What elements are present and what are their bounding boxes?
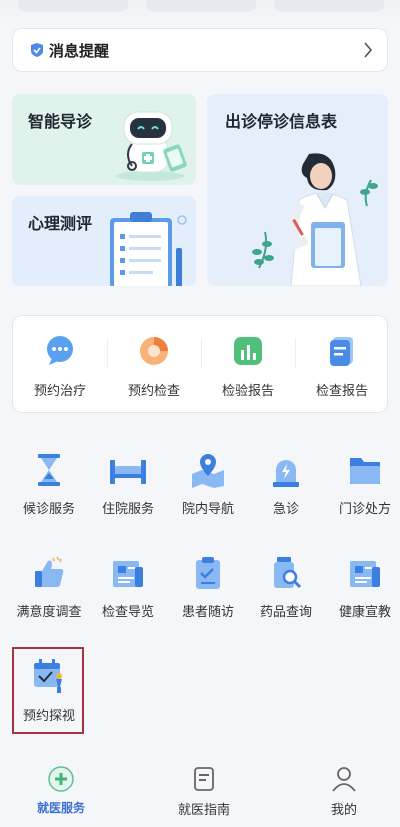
quick-actions-panel: 预约治疗 预约检查 检验报告 检查报告 <box>12 315 388 413</box>
emergency-icon <box>273 460 299 487</box>
quick-action-lab-report[interactable]: 检验报告 <box>201 334 295 404</box>
quick-action-appointment-treatment[interactable]: 预约治疗 <box>13 334 107 404</box>
folder-icon <box>350 458 380 484</box>
guide-book-icon <box>194 767 214 791</box>
service-visit-appointment[interactable]: 预约探视 <box>9 657 89 741</box>
person-icon <box>332 767 356 792</box>
service-label: 院内导航 <box>181 502 234 517</box>
service-label: 满意度调查 <box>16 605 82 620</box>
robot-doctor-illustration <box>116 111 187 181</box>
service-exam-guide[interactable]: 检查导览 <box>88 555 168 639</box>
service-label: 检查导览 <box>101 605 154 620</box>
service-label: 候诊服务 <box>22 502 75 517</box>
service-outpatient-prescription[interactable]: 门诊处方 <box>325 452 400 536</box>
service-drug-search[interactable]: 药品查询 <box>246 555 326 639</box>
service-label: 患者随访 <box>181 605 234 620</box>
visit-calendar-icon <box>34 659 62 693</box>
clinic-schedule-title: 出诊停诊信息表 <box>225 112 338 131</box>
clipboard-icon <box>196 557 220 589</box>
service-emergency[interactable]: 急诊 <box>246 452 326 536</box>
tab-medical-services[interactable]: 就医服务 <box>11 765 111 816</box>
bar-report-icon <box>234 337 262 365</box>
document-icon <box>330 337 353 366</box>
smart-triage-title: 智能导诊 <box>28 112 93 131</box>
service-label: 急诊 <box>272 502 299 517</box>
psych-test-title: 心理测评 <box>28 214 93 233</box>
service-patient-followup[interactable]: 患者随访 <box>168 555 248 639</box>
service-label: 药品查询 <box>259 605 312 620</box>
quick-action-appointment-exam[interactable]: 预约检查 <box>107 334 201 404</box>
service-label: 预约探视 <box>22 709 75 724</box>
tab-label: 我的 <box>330 803 357 818</box>
pie-chart-icon <box>140 337 168 365</box>
clipboard-illustration <box>110 212 187 286</box>
service-health-education[interactable]: 健康宣教 <box>325 555 400 639</box>
top-fade <box>0 0 400 22</box>
tab-label: 就医指南 <box>177 803 230 818</box>
bed-icon <box>110 460 146 484</box>
newspaper-icon <box>113 561 143 587</box>
notice-bar[interactable]: 消息提醒 <box>12 28 388 72</box>
service-label: 门诊处方 <box>338 502 391 517</box>
quick-action-label: 预约治疗 <box>33 384 86 399</box>
smart-triage-card[interactable]: 智能导诊 <box>12 94 196 185</box>
doctor-illustration <box>252 153 378 286</box>
chevron-right-icon <box>364 42 373 58</box>
service-inpatient[interactable]: 住院服务 <box>88 452 168 536</box>
quick-action-exam-report[interactable]: 检查报告 <box>295 334 389 404</box>
bottom-tab-bar: 就医服务 就医指南 我的 <box>0 755 400 827</box>
news-board-icon <box>350 561 380 587</box>
service-label: 健康宣教 <box>338 605 391 620</box>
medicine-search-icon <box>274 557 302 589</box>
chat-bubble-icon <box>47 336 73 365</box>
notice-label: 消息提醒 <box>49 42 110 60</box>
quick-action-label: 预约检查 <box>127 384 180 399</box>
service-waiting[interactable]: 候诊服务 <box>9 452 89 536</box>
hourglass-icon <box>38 454 60 486</box>
shield-bell-icon <box>31 43 43 57</box>
thumbs-up-icon <box>35 556 64 587</box>
clinic-schedule-card[interactable]: 出诊停诊信息表 <box>207 94 388 286</box>
service-satisfaction-survey[interactable]: 满意度调查 <box>9 555 89 639</box>
quick-action-label: 检查报告 <box>315 384 368 399</box>
medical-plus-icon <box>48 766 74 792</box>
map-pin-icon <box>192 454 224 488</box>
psych-test-card[interactable]: 心理测评 <box>12 196 196 286</box>
service-label: 住院服务 <box>101 502 154 517</box>
tab-label: 就医服务 <box>36 801 85 815</box>
quick-action-label: 检验报告 <box>221 384 274 399</box>
service-navigation[interactable]: 院内导航 <box>168 452 248 536</box>
tab-medical-guide[interactable]: 就医指南 <box>154 765 254 818</box>
tab-mine[interactable]: 我的 <box>294 765 394 818</box>
